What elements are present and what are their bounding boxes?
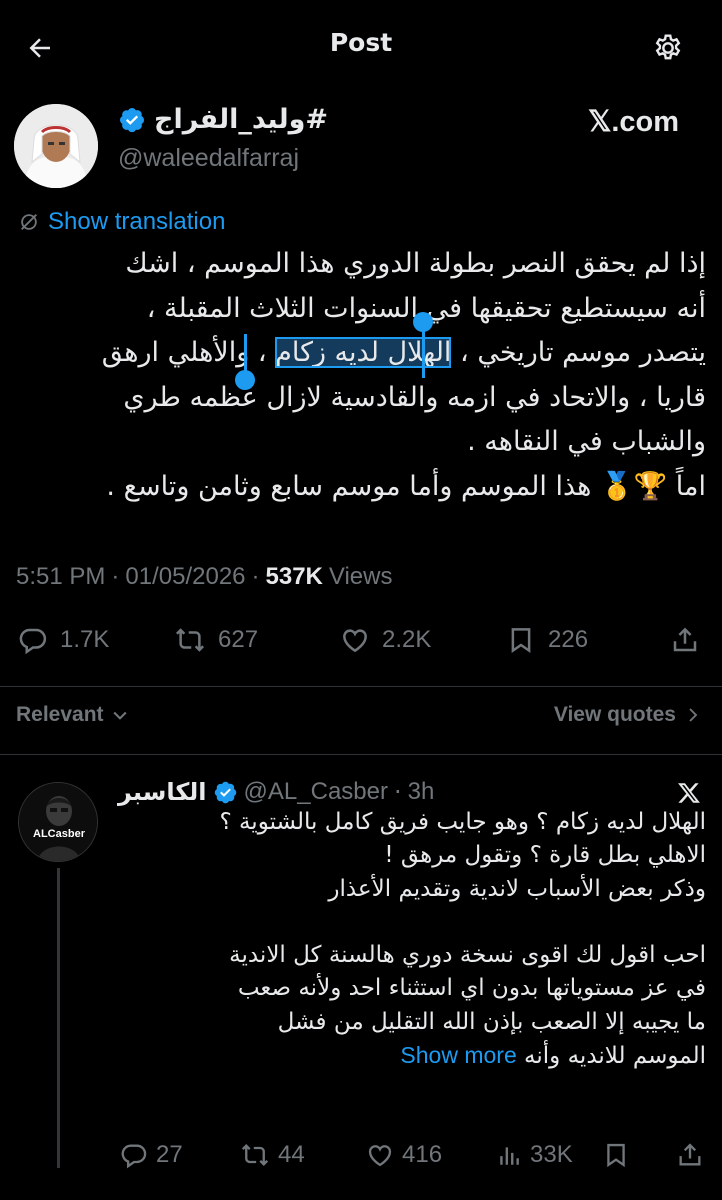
reply-views-button[interactable]: 33K	[496, 1141, 573, 1169]
view-quotes-label: View quotes	[553, 703, 676, 726]
selection-handle-start-bar	[422, 326, 425, 378]
x-logo-button[interactable]	[676, 780, 702, 806]
divider	[0, 686, 722, 687]
bookmark-button[interactable]: 226	[506, 625, 588, 655]
thread-line	[57, 868, 60, 1168]
reply-repost-button[interactable]: 44	[240, 1141, 305, 1169]
share-button[interactable]	[670, 625, 700, 655]
bookmark-icon	[607, 1143, 625, 1168]
reply-author-row[interactable]: الكاسبر @AL_Casber · 3h	[118, 778, 434, 806]
reply-line-end: الموسم للانديه وأنه	[524, 1043, 706, 1070]
share-icon	[673, 627, 697, 652]
reply-line	[118, 906, 706, 939]
reply-author-avatar[interactable]: ALCasber	[18, 782, 98, 862]
reply-text: الهلال لديه زكام ؟ وهو جايب فريق كامل با…	[118, 806, 706, 1073]
avatar-photo: ALCasber	[19, 783, 97, 861]
reply-reply-button[interactable]: 27	[120, 1141, 183, 1169]
reply-time: 3h	[407, 778, 435, 805]
tweet-line: إذا لم يحقق النصر بطولة الدوري هذا الموس…	[125, 248, 706, 279]
reply-line: في عز مستوياتها بدون اي استثناء احد ولأن…	[237, 975, 706, 1002]
tweet-line: اماً 🏆🥇 هذا الموسم وأما موسم سابع وثامن …	[106, 470, 706, 502]
reply-like-count: 416	[402, 1141, 443, 1168]
settings-button[interactable]	[648, 28, 688, 68]
reply-icon	[19, 628, 47, 655]
repost-button[interactable]: 627	[174, 625, 258, 655]
tweet-line-segment: ، والأهلي ارهق	[101, 337, 267, 369]
views-label: Views	[328, 563, 393, 590]
meta-separator: ·	[251, 563, 260, 590]
view-quotes-link[interactable]: View quotes	[554, 703, 702, 727]
views-icon	[500, 1147, 519, 1165]
source-label[interactable]: 𝕏.com	[588, 104, 679, 139]
selection-handle-end[interactable]	[235, 370, 255, 390]
reply-line: الموسم للانديه وأنه Show more	[118, 1039, 706, 1073]
chevron-right-icon	[689, 708, 698, 722]
tweet-line: يتصدر موسم تاريخي ، الهلال لديه زكام ، و…	[14, 331, 706, 376]
bookmark-icon	[511, 628, 531, 654]
reply-bookmark-button[interactable]	[602, 1141, 630, 1169]
author-avatar[interactable]	[14, 104, 98, 188]
tweet-text: إذا لم يحقق النصر بطولة الدوري هذا الموس…	[14, 242, 706, 510]
reply-line: ما يجيبه إلا الصعب بإذن الله التقليل من …	[277, 1008, 706, 1035]
show-translation-label: Show translation	[48, 208, 226, 235]
tweet-date: 01/05/2026	[125, 563, 246, 590]
avatar-logo-text: ALCasber	[33, 828, 86, 840]
divider	[0, 754, 722, 755]
like-icon	[343, 629, 367, 653]
reply-button[interactable]: 1.7K	[18, 625, 109, 655]
reply-views-count: 33K	[530, 1141, 573, 1168]
tweet-line: قاريا ، والاتحاد في ازمه والقادسية لازال…	[123, 381, 706, 413]
like-icon	[368, 1145, 392, 1167]
tweet-line-segment: يتصدر موسم تاريخي ،	[451, 337, 706, 369]
author-name: #وليد_الفراج	[154, 104, 328, 135]
bookmark-count: 226	[548, 626, 589, 653]
verified-badge-icon	[119, 107, 145, 132]
meta-separator: ·	[393, 778, 402, 806]
sort-dropdown[interactable]: Relevant	[16, 703, 130, 727]
reply-icon	[121, 1144, 147, 1169]
x-logo-icon	[678, 783, 700, 803]
reply-repost-count: 44	[278, 1141, 305, 1168]
verified-badge-icon	[214, 781, 236, 803]
tweet-time: 5:51 PM	[16, 563, 106, 590]
tweet-meta: 5:51 PM · 01/05/2026 · 537K Views	[16, 563, 392, 591]
reply-count: 1.7K	[60, 626, 110, 653]
meta-separator: ·	[111, 563, 120, 590]
reply-author-name: الكاسبر	[118, 778, 207, 806]
sort-label: Relevant	[16, 703, 104, 726]
author-name-row[interactable]: #وليد_الفراج	[118, 104, 328, 135]
show-translation-link[interactable]: Show translation	[18, 208, 225, 236]
author-handle[interactable]: @waleedalfarraj	[118, 144, 299, 173]
reply-line: احب اقول لك اقوى نسخة دوري هالسنة كل الا…	[229, 942, 706, 969]
reply-line: الاهلي بطل قارة ؟ وتقول مرهق !	[384, 842, 706, 869]
settings-icon	[655, 34, 681, 60]
selection-handle-start[interactable]	[413, 312, 433, 332]
chevron-down-icon	[112, 711, 127, 720]
reply-share-button[interactable]	[676, 1141, 704, 1169]
repost-icon	[241, 1144, 269, 1166]
show-more-link[interactable]: Show more	[400, 1042, 516, 1068]
tweet-line: أنه سيستطيع تحقيقها في السنوات الثلاث ال…	[146, 292, 706, 324]
like-button[interactable]: 2.2K	[340, 625, 431, 655]
reply-line: وذكر بعض الأسباب لاندية وتقديم الأعذار	[328, 875, 706, 902]
tweet-line: والشباب في النقاهه .	[467, 426, 706, 458]
views-count[interactable]: 537K	[266, 563, 323, 591]
reply-line: الهلال لديه زكام ؟ وهو جايب فريق كامل با…	[219, 809, 706, 835]
reply-like-button[interactable]: 416	[366, 1141, 442, 1169]
repost-count: 627	[218, 626, 259, 653]
repost-icon	[175, 628, 205, 652]
share-icon	[679, 1143, 701, 1166]
translate-icon	[21, 214, 37, 230]
like-count: 2.2K	[382, 626, 432, 653]
page-title: Post	[329, 28, 393, 57]
reply-author-handle: @AL_Casber	[243, 778, 388, 805]
reply-reply-count: 27	[156, 1141, 183, 1168]
avatar-photo	[14, 104, 98, 188]
